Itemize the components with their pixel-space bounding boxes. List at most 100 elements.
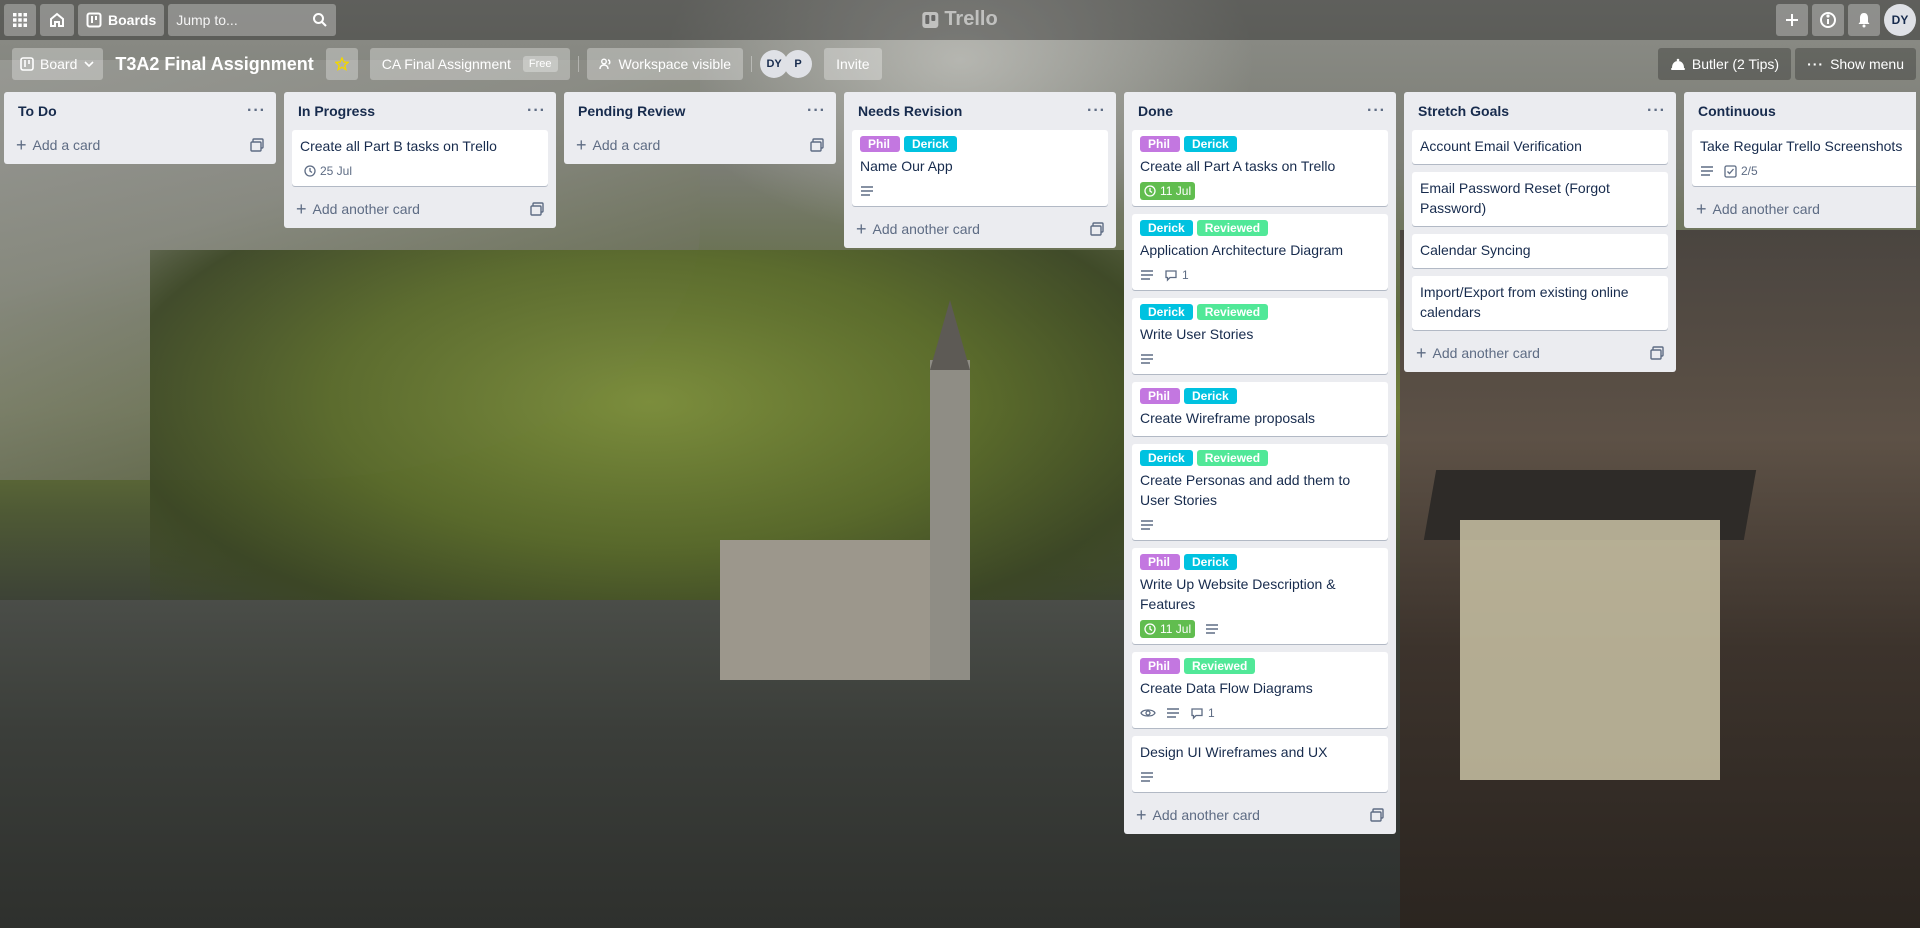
due-date-badge[interactable]: 11 Jul (1140, 620, 1196, 638)
card[interactable]: Phil Derick Create all Part A tasks on T… (1132, 130, 1388, 206)
add-card-button[interactable]: + Add another card (292, 194, 548, 224)
add-card-button[interactable]: + Add another card (1412, 338, 1668, 368)
boards-button[interactable]: Boards (78, 4, 165, 36)
show-menu-button[interactable]: ··· Show menu (1795, 48, 1916, 80)
label-derick[interactable]: Derick (1140, 304, 1193, 320)
member-avatar[interactable]: P (784, 50, 813, 78)
add-card-button[interactable]: + Add a card (572, 130, 828, 160)
add-card-button[interactable]: + Add another card (1692, 194, 1908, 224)
card-template-icon[interactable] (1370, 808, 1384, 822)
card[interactable]: Derick Reviewed Application Architecture… (1132, 214, 1388, 290)
list-title[interactable]: In Progress (298, 103, 375, 119)
list-menu-icon[interactable]: ··· (807, 102, 826, 120)
home-icon (50, 12, 64, 27)
label-derick[interactable]: Derick (1184, 554, 1237, 570)
label-phil[interactable]: Phil (1140, 554, 1180, 570)
user-avatar[interactable]: DY (1884, 4, 1916, 36)
list-menu-icon[interactable]: ··· (1647, 102, 1666, 120)
list-menu-icon[interactable]: ··· (1367, 102, 1386, 120)
card-badges (1140, 766, 1380, 788)
list-header[interactable]: To Do ··· (4, 92, 276, 130)
list-menu-icon[interactable]: ··· (1087, 102, 1106, 120)
list-header[interactable]: Continuous (1684, 92, 1916, 130)
list-title[interactable]: Done (1138, 103, 1173, 119)
workspace-button[interactable]: CA Final Assignment Free (369, 48, 570, 80)
label-reviewed[interactable]: Reviewed (1184, 658, 1256, 674)
card[interactable]: Phil Derick Create Wireframe proposals (1132, 382, 1388, 436)
list-title[interactable]: Stretch Goals (1418, 103, 1509, 119)
card[interactable]: Design UI Wireframes and UX (1132, 736, 1388, 792)
create-button[interactable] (1776, 4, 1808, 36)
list-header[interactable]: Pending Review ··· (564, 92, 836, 130)
label-derick[interactable]: Derick (904, 136, 957, 152)
board-title[interactable]: T3A2 Final Assignment (115, 54, 313, 75)
comments-badge: 1 (1164, 268, 1189, 282)
list-title[interactable]: Needs Revision (858, 103, 962, 119)
list-title[interactable]: Pending Review (578, 103, 685, 119)
add-card-button[interactable]: + Add a card (12, 130, 268, 160)
trello-logo[interactable]: Trello (922, 8, 998, 31)
notifications-button[interactable] (1848, 4, 1880, 36)
add-card-label: Add a card (32, 137, 101, 153)
label-derick[interactable]: Derick (1140, 220, 1193, 236)
add-card-button[interactable]: + Add another card (1132, 800, 1388, 830)
label-phil[interactable]: Phil (1140, 658, 1180, 674)
label-derick[interactable]: Derick (1140, 450, 1193, 466)
card[interactable]: Derick Reviewed Write User Stories (1132, 298, 1388, 374)
label-reviewed[interactable]: Reviewed (1196, 304, 1269, 320)
card-title: Write Up Website Description & Features (1140, 576, 1336, 612)
list-done: Done ··· Phil Derick Create all Part A t… (1124, 92, 1396, 834)
card[interactable]: Account Email Verification (1412, 130, 1668, 164)
label-reviewed[interactable]: Reviewed (1196, 220, 1269, 236)
card-template-icon[interactable] (1650, 346, 1664, 360)
list-header[interactable]: Stretch Goals ··· (1404, 92, 1676, 130)
list-title[interactable]: To Do (18, 103, 57, 119)
board-icon (86, 12, 102, 28)
home-button[interactable] (40, 4, 74, 36)
list-title[interactable]: Continuous (1698, 103, 1776, 119)
information-button[interactable] (1812, 4, 1844, 36)
butler-button[interactable]: Butler (2 Tips) (1657, 48, 1792, 80)
list-header[interactable]: Needs Revision ··· (844, 92, 1116, 130)
label-phil[interactable]: Phil (860, 136, 900, 152)
apps-switcher-button[interactable] (4, 4, 36, 36)
card-labels: Phil Reviewed (1140, 658, 1380, 674)
card-template-icon[interactable] (530, 202, 544, 216)
card[interactable]: Email Password Reset (Forgot Password) (1412, 172, 1668, 226)
due-date-badge[interactable]: 25 Jul (300, 162, 356, 180)
background-forest (150, 250, 1150, 630)
invite-button[interactable]: Invite (824, 48, 882, 80)
board-view-switcher[interactable]: Board (12, 48, 104, 80)
card-template-icon[interactable] (250, 138, 264, 152)
comments-badge: 1 (1190, 706, 1215, 720)
card-template-icon[interactable] (810, 138, 824, 152)
label-derick[interactable]: Derick (1184, 388, 1237, 404)
list-menu-icon[interactable]: ··· (527, 102, 546, 120)
header-divider (751, 56, 753, 72)
visibility-button[interactable]: Workspace visible (586, 48, 744, 80)
label-derick[interactable]: Derick (1184, 136, 1237, 152)
card[interactable]: Take Regular Trello Screenshots 2/5 (1692, 130, 1916, 186)
card[interactable]: Calendar Syncing (1412, 234, 1668, 268)
add-card-button[interactable]: + Add another card (852, 214, 1108, 244)
card[interactable]: Derick Reviewed Create Personas and add … (1132, 444, 1388, 540)
card-template-icon[interactable] (1090, 222, 1104, 236)
list-header[interactable]: Done ··· (1124, 92, 1396, 130)
card[interactable]: Import/Export from existing online calen… (1412, 276, 1668, 330)
label-reviewed[interactable]: Reviewed (1196, 450, 1269, 466)
comment-count: 1 (1182, 268, 1189, 282)
label-phil[interactable]: Phil (1140, 388, 1180, 404)
card[interactable]: Phil Reviewed Create Data Flow Diagrams … (1132, 652, 1388, 728)
jump-to-search[interactable]: Jump to... (168, 4, 337, 36)
card[interactable]: Phil Derick Write Up Website Description… (1132, 548, 1388, 644)
due-date: 11 Jul (1160, 622, 1192, 636)
card-title: Design UI Wireframes and UX (1140, 744, 1328, 760)
label-phil[interactable]: Phil (1140, 136, 1180, 152)
list-stretch-goals: Stretch Goals ··· Account Email Verifica… (1404, 92, 1676, 372)
list-menu-icon[interactable]: ··· (247, 102, 266, 120)
card[interactable]: Create all Part B tasks on Trello 25 Jul (292, 130, 548, 186)
list-header[interactable]: In Progress ··· (284, 92, 556, 130)
card[interactable]: Phil Derick Name Our App (852, 130, 1108, 206)
due-date-badge[interactable]: 11 Jul (1140, 182, 1196, 200)
star-board-button[interactable] (325, 48, 358, 80)
